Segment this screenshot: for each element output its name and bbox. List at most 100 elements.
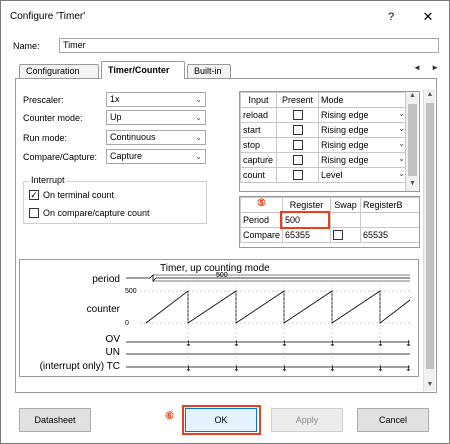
table-row: count Level ⌄ <box>240 167 408 183</box>
signals-scrollbar[interactable]: ▲ ▼ <box>405 92 418 191</box>
mode-select[interactable]: Rising edge ⌄ <box>318 137 408 153</box>
chevron-down-icon: ⌄ <box>195 95 202 104</box>
swap-cell <box>330 212 362 228</box>
panel-scrollbar[interactable]: ▲ ▼ <box>423 89 435 391</box>
present-cell[interactable] <box>276 122 319 138</box>
prescaler-value: 1x <box>110 94 120 104</box>
compare-capture-label: Compare/Capture: <box>23 152 98 162</box>
table-header-row: Register Swap RegisterB <box>240 197 419 213</box>
name-input[interactable]: Timer <box>59 38 439 53</box>
present-checkbox[interactable] <box>292 110 303 121</box>
prescaler-select[interactable]: 1x ⌄ <box>106 92 206 107</box>
scroll-up-icon[interactable]: ▲ <box>406 92 419 103</box>
present-cell[interactable] <box>276 107 319 123</box>
name-label: Name: <box>13 41 40 51</box>
mode-select[interactable]: Rising edge ⌄ <box>318 107 408 123</box>
counter-mode-select[interactable]: Up ⌄ <box>106 110 206 125</box>
timing-diagram-svg: Timer, up counting mode period 500 count… <box>40 263 412 373</box>
run-mode-label: Run mode: <box>23 133 68 143</box>
tab-built-in[interactable]: Built-in <box>187 64 231 78</box>
counter-sawtooth <box>145 290 411 324</box>
register-b-cell <box>360 212 419 228</box>
present-cell[interactable] <box>276 167 319 183</box>
chevron-down-icon: ⌄ <box>398 169 405 178</box>
signals-table: Input Present Mode reload Rising edge ⌄ s… <box>239 91 420 192</box>
period-marker-lines <box>187 284 381 370</box>
mode-value: Rising edge <box>321 140 369 150</box>
signal-input: count <box>240 167 277 183</box>
swap-checkbox[interactable] <box>333 230 344 241</box>
scroll-thumb[interactable] <box>426 103 434 369</box>
counter-label: counter <box>87 304 121 315</box>
mode-select[interactable]: Rising edge ⌄ <box>318 122 408 138</box>
chevron-down-icon: ⌄ <box>398 154 405 163</box>
run-mode-value: Continuous <box>110 132 156 142</box>
period-bus-line <box>126 274 410 282</box>
compare-register-input[interactable]: 65355 <box>282 227 332 243</box>
mode-value: Rising edge <box>321 110 369 120</box>
scroll-up-icon[interactable]: ▲ <box>424 89 436 101</box>
tab-scroll-arrows[interactable]: ◄ ► <box>413 63 443 72</box>
ok-highlight-box <box>182 405 261 435</box>
cancel-button[interactable]: Cancel <box>357 408 429 432</box>
ov-label: OV <box>106 334 121 345</box>
close-button[interactable]: ✕ <box>417 7 439 27</box>
table-row: Period 500 <box>240 212 419 228</box>
signal-input: reload <box>240 107 277 123</box>
compare-register-b-input[interactable]: 65535 <box>360 227 419 243</box>
run-mode-select[interactable]: Continuous ⌄ <box>106 130 206 145</box>
checkmark-icon: ✓ <box>30 190 38 200</box>
callout-five: ⑤ <box>257 198 266 209</box>
callout-six: ⑥ <box>165 411 174 422</box>
apply-button[interactable]: Apply <box>271 408 343 432</box>
present-checkbox[interactable] <box>292 125 303 136</box>
help-button[interactable]: ? <box>381 8 401 26</box>
mode-value: Level <box>321 170 343 180</box>
on-terminal-count-checkbox[interactable]: ✓ <box>29 190 39 200</box>
configure-dialog: Configure 'Timer' ? ✕ Name: Timer Config… <box>0 0 450 444</box>
svg-text:↓: ↓ <box>405 339 412 348</box>
column-header-register-b: RegisterB <box>360 197 419 213</box>
tc-label: (interrupt only) TC <box>40 361 120 372</box>
chevron-down-icon: ⌄ <box>398 109 405 118</box>
scroll-down-icon[interactable]: ▼ <box>406 180 419 191</box>
present-checkbox[interactable] <box>292 140 303 151</box>
title-bar: Configure 'Timer' ? ✕ <box>1 1 449 31</box>
svg-text:↓: ↓ <box>405 364 412 373</box>
present-cell[interactable] <box>276 137 319 153</box>
chevron-down-icon: ⌄ <box>195 152 202 161</box>
chevron-down-icon: ⌄ <box>398 139 405 148</box>
svg-text:↓: ↓ <box>185 339 192 348</box>
svg-text:↓: ↓ <box>233 364 240 373</box>
period-highlight-box <box>280 211 330 229</box>
window-title: Configure 'Timer' <box>10 11 86 22</box>
present-checkbox[interactable] <box>292 170 303 181</box>
datasheet-button[interactable]: Datasheet <box>19 408 91 432</box>
register-name: Compare <box>240 227 284 243</box>
svg-text:↓: ↓ <box>329 339 336 348</box>
compare-capture-select[interactable]: Capture ⌄ <box>106 149 206 164</box>
tab-timer-counter[interactable]: Timer/Counter <box>101 61 185 79</box>
svg-text:↓: ↓ <box>233 339 240 348</box>
svg-text:↓: ↓ <box>281 339 288 348</box>
mode-select[interactable]: Level ⌄ <box>318 167 408 183</box>
scroll-down-icon[interactable]: ▼ <box>424 379 436 391</box>
signal-input: capture <box>240 152 277 168</box>
svg-text:↓: ↓ <box>281 364 288 373</box>
mode-select[interactable]: Rising edge ⌄ <box>318 152 408 168</box>
on-terminal-count-label: On terminal count <box>43 190 115 200</box>
on-compare-label: On compare/capture count <box>43 208 150 218</box>
svg-text:↓: ↓ <box>377 339 384 348</box>
signal-input: stop <box>240 137 277 153</box>
signal-input: start <box>240 122 277 138</box>
table-row: stop Rising edge ⌄ <box>240 137 408 153</box>
timing-diagram: Timer, up counting mode period 500 count… <box>19 259 419 377</box>
swap-cell[interactable] <box>330 227 362 243</box>
scroll-thumb[interactable] <box>408 104 417 176</box>
present-checkbox[interactable] <box>292 155 303 166</box>
present-cell[interactable] <box>276 152 319 168</box>
on-compare-checkbox[interactable] <box>29 208 39 218</box>
period-value: 500 <box>216 272 228 279</box>
table-row: reload Rising edge ⌄ <box>240 107 408 123</box>
tab-configuration[interactable]: Configuration <box>19 64 99 78</box>
